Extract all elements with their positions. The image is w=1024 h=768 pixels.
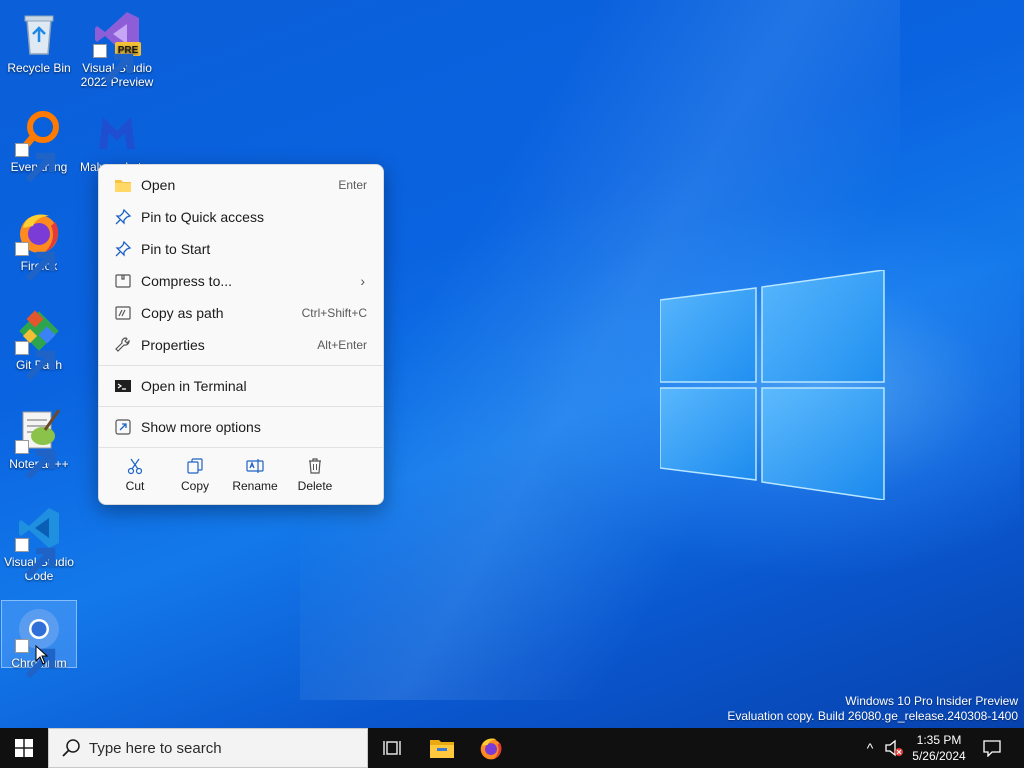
firefox-icon <box>480 738 502 760</box>
menu-item-compress-to[interactable]: Compress to... › <box>105 266 377 296</box>
start-button[interactable] <box>0 728 48 768</box>
desktop-icon-notepad-plus-plus[interactable]: Notepad++ <box>1 402 77 480</box>
desktop-icon-git-bash[interactable]: Git Bash <box>1 303 77 381</box>
menu-item-copy-as-path[interactable]: Copy as path Ctrl+Shift+C <box>105 298 377 328</box>
menu-separator <box>99 365 383 366</box>
cut-label: Cut <box>125 479 145 493</box>
context-menu: Open Enter Pin to Quick access Pin to St… <box>98 164 384 505</box>
recycle-bin-icon <box>24 15 54 55</box>
clock-time: 1:35 PM <box>916 733 962 747</box>
malwarebytes-icon <box>99 117 135 149</box>
shortcut-arrow-icon <box>15 341 56 381</box>
desktop-icon-everything[interactable]: Everything <box>1 105 77 183</box>
shortcut-arrow-icon <box>15 639 56 679</box>
evaluation-watermark: Windows 10 Pro Insider Preview Evaluatio… <box>727 694 1018 724</box>
chevron-up-icon: ^ <box>866 740 874 756</box>
menu-item-open-in-terminal[interactable]: Open in Terminal <box>105 371 377 401</box>
task-view-button[interactable] <box>368 728 416 768</box>
clock-date: 5/26/2024 <box>912 749 966 763</box>
menu-item-label: Pin to Quick access <box>141 209 264 225</box>
zip-icon <box>115 274 131 288</box>
search-placeholder: Type here to search <box>89 739 222 757</box>
desktop-icon-recycle-bin[interactable]: Recycle Bin <box>1 6 77 75</box>
taskbar-firefox[interactable] <box>467 728 515 768</box>
menu-item-pin-start[interactable]: Pin to Start <box>105 234 377 264</box>
windows-start-icon <box>15 739 33 757</box>
taskbar-file-explorer[interactable] <box>418 728 466 768</box>
menu-item-label: Open in Terminal <box>141 378 247 394</box>
taskbar-search-box[interactable]: Type here to search <box>48 728 368 768</box>
pin-icon <box>115 240 132 257</box>
menu-item-show-more-options[interactable]: Show more options <box>105 412 377 442</box>
file-explorer-icon <box>430 740 454 758</box>
shortcut-arrow-icon <box>15 143 56 183</box>
shortcut-arrow-icon <box>15 440 56 480</box>
copy-path-icon <box>115 306 131 320</box>
menu-item-shortcut: Alt+Enter <box>317 338 367 352</box>
show-hidden-icons-button[interactable]: ^ <box>858 728 882 768</box>
rename-icon <box>246 459 264 473</box>
shortcut-arrow-icon <box>93 44 134 84</box>
menu-item-pin-quick-access[interactable]: Pin to Quick access <box>105 202 377 232</box>
menu-separator <box>99 406 383 407</box>
rename-button[interactable]: Rename <box>225 455 285 501</box>
copy-icon <box>187 458 203 474</box>
delete-button[interactable]: Delete <box>285 455 345 501</box>
task-view-icon <box>383 741 401 755</box>
folder-icon <box>115 180 131 192</box>
cut-button[interactable]: Cut <box>105 455 165 501</box>
trash-icon <box>309 458 321 474</box>
desktop-icon-firefox[interactable]: Firefox <box>1 204 77 282</box>
menu-item-label: Copy as path <box>141 305 224 321</box>
menu-item-properties[interactable]: Properties Alt+Enter <box>105 330 377 360</box>
menu-item-open[interactable]: Open Enter <box>105 170 377 200</box>
rename-label: Rename <box>232 479 278 493</box>
more-options-icon <box>115 419 131 435</box>
scissors-icon <box>127 458 143 475</box>
wrench-icon <box>115 337 130 352</box>
pin-icon <box>115 208 132 225</box>
submenu-arrow-icon: › <box>360 273 365 289</box>
shortcut-arrow-icon <box>15 538 56 578</box>
notification-center-icon <box>983 740 1001 757</box>
copy-label: Copy <box>180 479 209 493</box>
desktop-icon-visual-studio[interactable]: PRE Visual Studio 2022 Preview <box>79 6 155 89</box>
menu-item-label: Properties <box>141 337 205 353</box>
desktop-icon-malwarebytes[interactable]: Malwarebytes <box>79 105 155 171</box>
menu-item-label: Pin to Start <box>141 241 211 257</box>
desktop-icon-vscode[interactable]: Visual Studio Code <box>1 500 77 583</box>
menu-item-label: Show more options <box>141 419 261 435</box>
windows-wallpaper-logo <box>660 270 885 500</box>
menu-quick-actions: Cut Copy Rename Delete <box>99 455 383 501</box>
taskbar: Type here to search ^ 1:35 PM 5/26/2024 <box>0 728 1024 768</box>
menu-separator <box>99 447 383 448</box>
notifications-button[interactable] <box>976 728 1008 768</box>
menu-item-shortcut: Enter <box>338 178 367 192</box>
shortcut-arrow-icon <box>15 242 56 282</box>
menu-item-label: Open <box>141 177 176 193</box>
menu-item-shortcut: Ctrl+Shift+C <box>301 306 367 320</box>
volume-muted-icon <box>885 739 903 757</box>
watermark-line-1: Windows 10 Pro Insider Preview <box>845 694 1018 708</box>
mouse-cursor-icon <box>35 645 49 665</box>
watermark-line-2: Evaluation copy. Build 26080.ge_release.… <box>727 709 1018 723</box>
taskbar-clock[interactable]: 1:35 PM 5/26/2024 <box>906 732 972 764</box>
desktop-icon-label: Recycle Bin <box>7 61 71 75</box>
delete-label: Delete <box>297 479 333 493</box>
search-icon <box>62 739 80 757</box>
terminal-icon <box>115 380 131 392</box>
volume-button[interactable] <box>882 728 906 768</box>
menu-item-label: Compress to... <box>141 273 233 289</box>
copy-button[interactable]: Copy <box>165 455 225 501</box>
